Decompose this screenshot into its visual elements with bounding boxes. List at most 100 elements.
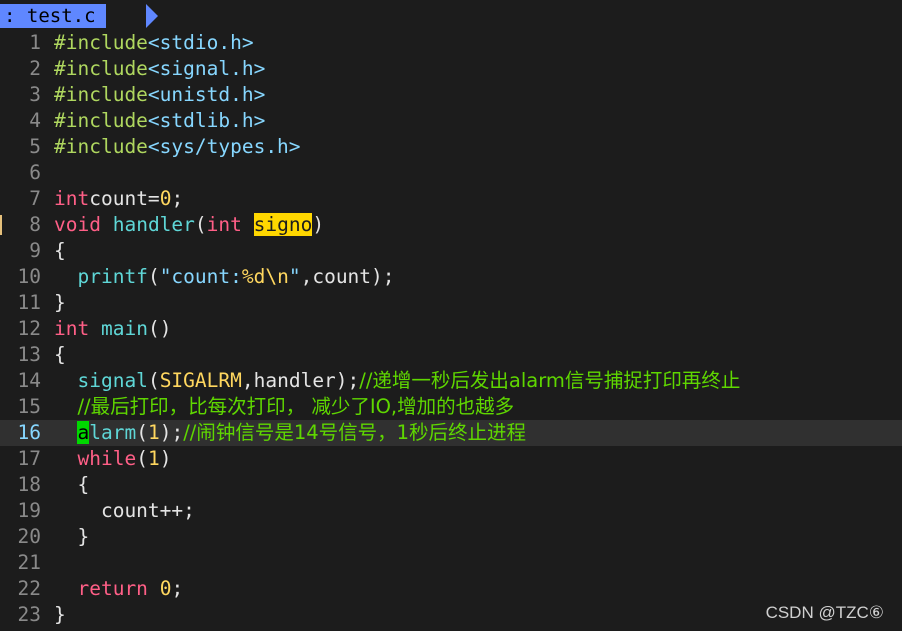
line-number: 23: [17, 603, 41, 626]
line-number: 11: [17, 291, 41, 314]
line-text: }: [54, 524, 89, 550]
code-line[interactable]: 22 return 0;: [0, 576, 902, 602]
line-number: 21: [17, 551, 41, 574]
token-fn: main: [100, 317, 148, 340]
line-number: 17: [17, 447, 41, 470]
line-number: 2: [29, 57, 41, 80]
token-kw: int: [54, 317, 90, 340]
line-text: }: [54, 602, 66, 628]
line-text: signal(SIGALRM,handler);//递增一秒后发出alarm信号…: [54, 368, 740, 394]
code-line[interactable]: 4 #include<stdlib.h>: [0, 108, 902, 134]
token: ): [312, 213, 325, 236]
tab-arrow-icon: [146, 4, 158, 28]
token-fn: printf: [77, 265, 148, 288]
token-hl: signo: [253, 213, 313, 236]
token-str: ": [288, 265, 301, 288]
code-line[interactable]: 5 #include<sys/types.h>: [0, 134, 902, 160]
token: );: [159, 421, 184, 444]
line-text: count++;: [54, 498, 195, 524]
code-line[interactable]: 11}: [0, 290, 902, 316]
code-line[interactable]: 19 count++;: [0, 498, 902, 524]
token: }: [54, 291, 66, 314]
line-text: int main(): [54, 316, 171, 342]
line-text: #include<unistd.h>: [54, 82, 265, 108]
line-text: #include<signal.h>: [54, 56, 265, 82]
token-kw: return: [77, 577, 148, 600]
code-line[interactable]: 14 signal(SIGALRM,handler);//递增一秒后发出alar…: [0, 368, 902, 394]
token-kw: int: [54, 187, 90, 210]
watermark: CSDN @TZC⑥: [765, 603, 884, 622]
code-line[interactable]: 6: [0, 160, 902, 186]
code-line[interactable]: 3 #include<unistd.h>: [0, 82, 902, 108]
line-text: #include<stdio.h>: [54, 30, 254, 56]
line-number: 4: [29, 109, 41, 132]
code-line[interactable]: 18 {: [0, 472, 902, 498]
token-kw: int: [206, 213, 242, 236]
token: ,count);: [300, 265, 395, 288]
token-fn: signal: [77, 369, 148, 392]
line-number: 22: [17, 577, 41, 600]
code-line[interactable]: 10 printf("count:%d\n",count);: [0, 264, 902, 290]
token-str: "count:: [159, 265, 242, 288]
code-line[interactable]: 13 {: [0, 342, 902, 368]
line-text: {: [54, 342, 66, 368]
code-line[interactable]: 7 intcount=0;: [0, 186, 902, 212]
token: (: [136, 447, 148, 470]
line-number: 14: [17, 369, 41, 392]
token-pp: #include: [54, 31, 148, 54]
line-number: 6: [29, 161, 41, 184]
line-text: return 0;: [54, 576, 183, 602]
token: (: [147, 369, 160, 392]
code-line[interactable]: 9{: [0, 238, 902, 264]
token: {: [54, 343, 66, 366]
token: count++;: [54, 499, 195, 522]
code-line[interactable]: 1 #include<stdio.h>: [0, 30, 902, 56]
code-line[interactable]: 2 #include<signal.h>: [0, 56, 902, 82]
line-text: printf("count:%d\n",count);: [54, 264, 395, 290]
token-num: 0: [159, 577, 172, 600]
line-number: 16: [17, 421, 41, 444]
line-number: 15: [17, 395, 41, 418]
tab-test-c[interactable]: : test.c: [0, 4, 106, 28]
token: ,handler);: [241, 369, 360, 392]
token-const: SIGALRM: [159, 369, 242, 392]
line-text: intcount=0;: [54, 186, 183, 212]
token-num: 0: [159, 187, 172, 210]
token-cmt: //闹钟信号是14号信号，1秒后终止进程: [183, 421, 527, 444]
code-line[interactable]: 17 while(1): [0, 446, 902, 472]
token-cmt: //最后打印，比每次打印， 减少了IO,增加的也越多: [77, 395, 515, 418]
line-number: 13: [17, 343, 41, 366]
token: ;: [171, 577, 184, 600]
token-kw: void: [54, 213, 101, 236]
code-line[interactable]: 16 alarm(1);//闹钟信号是14号信号，1秒后终止进程: [0, 420, 902, 446]
token: ): [159, 447, 172, 470]
code-line[interactable]: 15 //最后打印，比每次打印， 减少了IO,增加的也越多: [0, 394, 902, 420]
token: (: [136, 421, 148, 444]
token: {: [54, 473, 90, 496]
line-text: #include<sys/types.h>: [54, 134, 301, 160]
code-line[interactable]: 8 void handler(int signo): [0, 212, 902, 238]
token-num: 1: [147, 447, 160, 470]
line-text: while(1): [54, 446, 171, 472]
line-text: }: [54, 290, 66, 316]
token-cursor: a: [77, 421, 90, 444]
line-number: 12: [17, 317, 41, 340]
token-num: 1: [147, 421, 160, 444]
token-cmt: //递增一秒后发出alarm信号捕捉打印再终止: [359, 369, 741, 392]
code-line[interactable]: 12 int main(): [0, 316, 902, 342]
code-line[interactable]: 21: [0, 550, 902, 576]
code-editor[interactable]: 1 #include<stdio.h> 2 #include<signal.h> 3 #i…: [0, 30, 902, 628]
line-text: //最后打印，比每次打印， 减少了IO,增加的也越多: [54, 394, 514, 420]
token: }: [54, 603, 66, 626]
token-pp: #include: [54, 109, 148, 132]
line-text: {: [54, 472, 89, 498]
code-line[interactable]: 20 }: [0, 524, 902, 550]
token-pp: #include: [54, 57, 148, 80]
token: (): [147, 317, 172, 340]
line-number: 8: [29, 213, 41, 236]
